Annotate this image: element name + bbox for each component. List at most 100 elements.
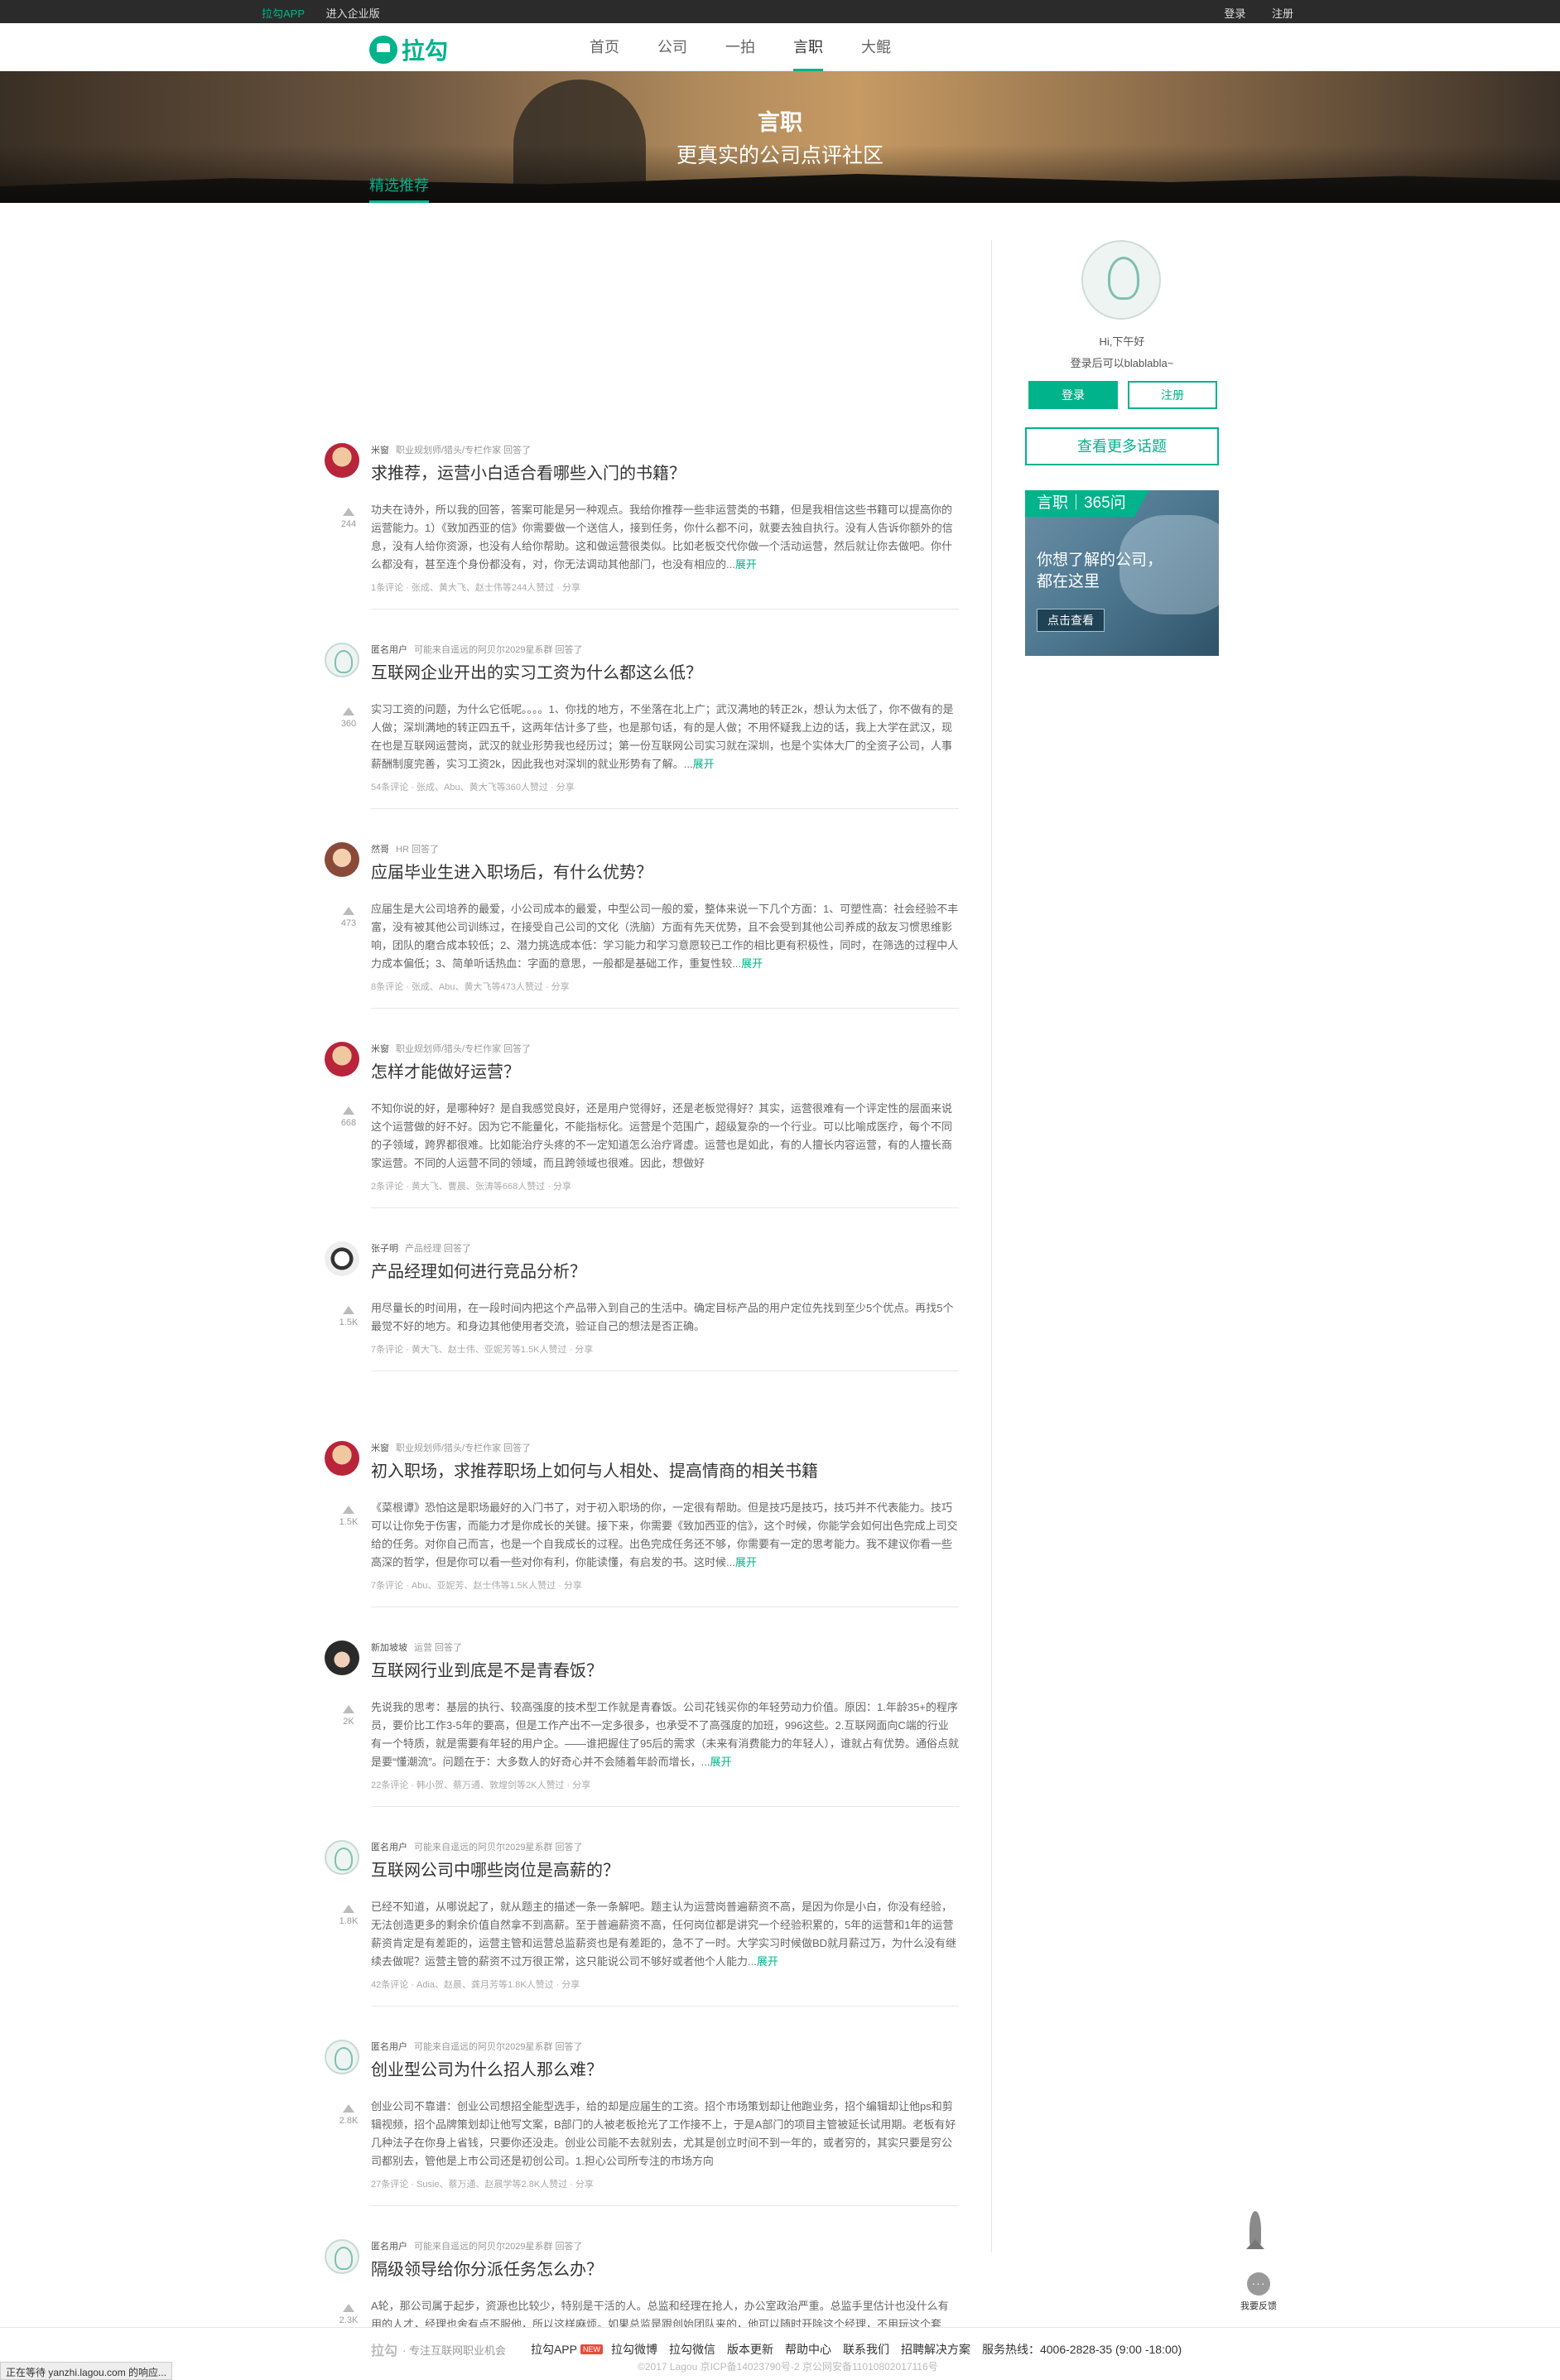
- upvote-button[interactable]: 473: [338, 907, 359, 928]
- user-name[interactable]: 张子明: [371, 1244, 398, 1254]
- user-name[interactable]: 匿名用户: [371, 2042, 407, 2052]
- answer-footer[interactable]: 2条评论 · 黄大飞、曹晨、张涛等668人赞过 · 分享: [371, 1179, 571, 1192]
- user-name[interactable]: 米窗: [371, 446, 389, 455]
- question-title[interactable]: 创业型公司为什么招人那么难？: [371, 2056, 603, 2080]
- user-avatar[interactable]: [325, 1640, 359, 1675]
- expand-link[interactable]: 展开: [710, 1756, 732, 1768]
- nav-yanzhi[interactable]: 言职: [793, 23, 823, 71]
- user-name[interactable]: 米窗: [371, 1044, 389, 1054]
- user-avatar[interactable]: [325, 1042, 359, 1077]
- user-avatar[interactable]: [325, 643, 359, 677]
- answer-excerpt: 功夫在诗外，所以我的回答，答案可能是另一种观点。我给你推荐一些非运营类的书籍，但…: [371, 501, 959, 574]
- user-name[interactable]: 匿名用户: [371, 645, 407, 655]
- promo-banner[interactable]: 言职｜365问 你想了解的公司，都在这里 点击查看: [1025, 490, 1219, 656]
- upvote-button[interactable]: 2.3K: [338, 2304, 359, 2325]
- answer-footer[interactable]: 7条评论 · 黄大飞、赵士伟、亚妮芳等1.5K人赞过 · 分享: [371, 1342, 593, 1356]
- user-name[interactable]: 匿名用户: [371, 1843, 407, 1852]
- upvote-button[interactable]: 2K: [338, 1705, 359, 1727]
- footer-wechat-link[interactable]: 拉勾微信: [669, 2341, 715, 2358]
- feedback-label: 我要反馈: [1240, 2301, 1277, 2311]
- footer-solutions-link[interactable]: 招聘解决方案: [901, 2341, 970, 2358]
- question-card: 匿名用户 可能来自遥远的阿贝尔2029星系群 回答了 互联网企业开出的实习工资为什么…: [325, 643, 959, 842]
- answer-footer[interactable]: 54条评论 · 张成、Abu、黄大飞等360人赞过 · 分享: [371, 780, 575, 793]
- tab-featured[interactable]: 精选推荐: [369, 174, 429, 203]
- answer-text: 不知你说的好，是哪种好？是自我感觉良好，还是用户觉得好，还是老板觉得好？其实，运…: [371, 1102, 953, 1169]
- vote-count: 1.8K: [339, 1916, 359, 1926]
- enterprise-link[interactable]: 进入企业版: [326, 7, 380, 20]
- user-avatar[interactable]: [325, 1840, 359, 1875]
- footer-contact-link[interactable]: 联系我们: [843, 2341, 889, 2358]
- chat-bubble-icon: [1247, 2272, 1270, 2296]
- upvote-button[interactable]: 1.5K: [338, 1506, 359, 1527]
- upvote-button[interactable]: 360: [338, 707, 359, 729]
- question-title[interactable]: 怎样才能做好运营？: [371, 1058, 520, 1082]
- answer-footer[interactable]: 1条评论 · 张成、黄大飞、赵士伟等244人赞过 · 分享: [371, 581, 580, 594]
- expand-link[interactable]: 展开: [741, 957, 763, 970]
- question-title[interactable]: 互联网公司中哪些岗位是高薪的？: [371, 1857, 619, 1881]
- upvote-button[interactable]: 1.5K: [338, 1306, 359, 1327]
- question-title[interactable]: 产品经理如何进行竞品分析？: [371, 1258, 586, 1282]
- user-avatar[interactable]: [325, 842, 359, 877]
- answer-footer[interactable]: 42条评论 · Adia、赵晨、龚月芳等1.8K人赞过 · 分享: [371, 1978, 580, 1991]
- divider: [371, 1806, 959, 1807]
- upvote-button[interactable]: 668: [338, 1106, 359, 1128]
- answer-footer[interactable]: 27条评论 · Susie、蔡万通、赵晨学等2.8K人赞过 · 分享: [371, 2177, 594, 2190]
- user-name[interactable]: 然哥: [371, 845, 389, 855]
- feedback-button[interactable]: 我要反馈: [1237, 2272, 1280, 2312]
- site-logo[interactable]: 拉勾: [369, 33, 448, 66]
- login-button[interactable]: 登录: [1028, 381, 1118, 409]
- user-avatar[interactable]: [325, 1441, 359, 1476]
- nav-dakun[interactable]: 大鲲: [861, 23, 891, 71]
- upvote-button[interactable]: 1.8K: [338, 1905, 359, 1926]
- column-divider: [991, 240, 992, 2252]
- back-to-top-rocket-icon[interactable]: [1246, 2211, 1264, 2259]
- nav-home[interactable]: 首页: [590, 23, 619, 71]
- user-avatar[interactable]: [325, 443, 359, 478]
- question-card: 新加坡坡 运营 回答了 互联网行业到底是不是青春饭？ 2K 先说我的思考：基层的执行、较…: [325, 1640, 959, 1840]
- question-title[interactable]: 互联网行业到底是不是青春饭？: [371, 1657, 603, 1681]
- nav-company[interactable]: 公司: [657, 23, 687, 71]
- expand-link[interactable]: 展开: [735, 1556, 757, 1568]
- top-register-link[interactable]: 注册: [1272, 7, 1293, 20]
- answer-text: 用尽量长的时间用，在一段时间内把这个产品带入到自己的生活中。确定目标产品的用户定…: [371, 1302, 954, 1332]
- answer-footer[interactable]: 7条评论 · Abu、亚妮芳、赵士伟等1.5K人赞过 · 分享: [371, 1578, 582, 1592]
- expand-link[interactable]: 展开: [757, 1955, 778, 1968]
- footer-weibo-link[interactable]: 拉勾微博: [611, 2341, 657, 2358]
- upvote-arrow-icon: [343, 1106, 354, 1115]
- user-avatar[interactable]: [325, 1241, 359, 1276]
- login-hint: 登录后可以blablabla~: [1070, 357, 1174, 369]
- upvote-button[interactable]: 244: [338, 508, 359, 529]
- user-avatar[interactable]: [325, 2040, 359, 2074]
- vote-count: 668: [340, 1118, 357, 1128]
- answer-text: 已经不知道，从哪说起了，就从题主的描述一条一条解吧。题主认为运营岗普遍薪资不高，…: [371, 1901, 957, 1968]
- user-avatar[interactable]: [325, 2239, 359, 2274]
- question-title[interactable]: 应届毕业生进入职场后，有什么优势？: [371, 859, 652, 883]
- footer-help-link[interactable]: 帮助中心: [785, 2341, 831, 2358]
- expand-link[interactable]: 展开: [693, 758, 715, 770]
- register-button[interactable]: 注册: [1128, 381, 1217, 409]
- answer-footer[interactable]: 22条评论 · 韩小贺、蔡万通、敦煌剑等2K人赞过 · 分享: [371, 1778, 590, 1791]
- promo-text: 你想了解的公司，都在这里: [1037, 552, 1163, 590]
- nav-yipai[interactable]: 一拍: [725, 23, 755, 71]
- question-title[interactable]: 求推荐，运营小白适合看哪些入门的书籍？: [371, 460, 686, 484]
- lagou-app-link[interactable]: 拉勾APP: [262, 7, 305, 20]
- promo-button[interactable]: 点击查看: [1037, 609, 1105, 632]
- greeting: Hi,下午好: [1099, 335, 1145, 348]
- question-card: 米窗 职业规划师/猎头/专栏作家 回答了 怎样才能做好运营？ 668 不知你说的好，是哪…: [325, 1042, 959, 1241]
- hero-banner: 言职 更真实的公司点评社区 精选推荐: [0, 71, 1560, 203]
- more-topics-button[interactable]: 查看更多话题: [1025, 427, 1219, 465]
- expand-link[interactable]: 展开: [735, 558, 757, 571]
- user-name[interactable]: 新加坡坡: [371, 1643, 407, 1653]
- upvote-button[interactable]: 2.8K: [338, 2104, 359, 2126]
- question-title[interactable]: 隔级领导给你分派任务怎么办？: [371, 2256, 603, 2280]
- main-nav: 拉勾 首页 公司 一拍 言职 大鲲: [0, 23, 1560, 71]
- question-title[interactable]: 初入职场，求推荐职场上如何与人相处、提高情商的相关书籍: [371, 1457, 818, 1481]
- footer-update-link[interactable]: 版本更新: [727, 2341, 773, 2358]
- answer-footer[interactable]: 8条评论 · 张成、Abu、黄大飞等473人赞过 · 分享: [371, 980, 570, 993]
- question-title[interactable]: 互联网企业开出的实习工资为什么都这么低？: [371, 659, 702, 683]
- footer-app-link[interactable]: 拉勾APP: [531, 2341, 577, 2358]
- vote-count: 2.8K: [339, 2116, 359, 2126]
- user-name[interactable]: 米窗: [371, 1443, 389, 1453]
- user-name[interactable]: 匿名用户: [371, 2242, 407, 2252]
- top-login-link[interactable]: 登录: [1224, 7, 1245, 20]
